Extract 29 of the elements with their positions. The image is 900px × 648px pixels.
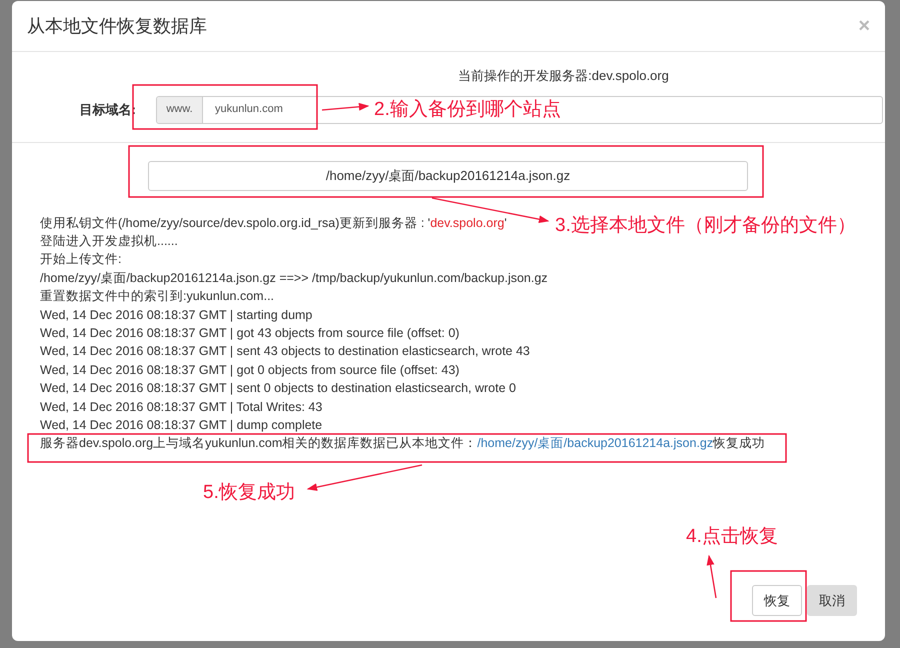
log-text: 使用私钥文件(/home/zyy/source/dev.spolo.org.id_rsa)更新到服务器 : ' xyxy=(40,216,430,230)
log-text: /home/zyy/桌面/backup20161214a.json.gz ==>> /tmp/backup/yukunlun.com/backup.json.gz xyxy=(40,270,548,285)
dialog-button[interactable]: 恢复 xyxy=(752,585,802,616)
log-text: 服务器dev.spolo.org上与域名yukunlun.com相关的数据库数据已从本地文件： xyxy=(40,436,478,450)
annotation-arrow xyxy=(706,554,717,598)
annotation-label: 4.点击恢复 xyxy=(686,525,778,549)
log-text: 恢复成功 xyxy=(713,436,766,450)
log-text: Wed, 14 Dec 2016 08:18:37 GMT | sent 0 objects to destination elasticsearch, wrote 0 xyxy=(40,381,516,396)
log-text: 重置数据文件中的索引到:yukunlun.com... xyxy=(40,289,274,304)
dialog-button[interactable]: 取消 xyxy=(807,585,857,616)
log-text: 登陆进入开发虚拟机...... xyxy=(40,234,178,248)
server-info: 当前操作的开发服务器:dev.spolo.org xyxy=(458,67,669,85)
annotation-label: 3.选择本地文件（刚才备份的文件） xyxy=(555,214,856,238)
domain-prefix: www. xyxy=(157,96,203,122)
log-text: 开始上传文件: xyxy=(40,252,122,266)
dialog-title: 从本地文件恢复数据库 xyxy=(27,14,207,38)
log-text: Wed, 14 Dec 2016 08:18:37 GMT | Total Writes: 43 xyxy=(40,400,322,414)
log-text: Wed, 14 Dec 2016 08:18:37 GMT | sent 43 objects to destination elasticsearch, wrote 43 xyxy=(40,344,530,358)
log-text: Wed, 14 Dec 2016 08:18:37 GMT | dump complete xyxy=(40,418,322,432)
server-name: dev.spolo.org xyxy=(430,216,504,230)
log-text: Wed, 14 Dec 2016 08:18:37 GMT | starting dump xyxy=(40,308,312,322)
file-link[interactable]: /home/zyy/桌面/backup20161214a.json.gz xyxy=(477,436,714,450)
file-button[interactable]: /home/zyy/桌面/backup20161214a.json.gz xyxy=(148,160,748,190)
log-text: Wed, 14 Dec 2016 08:18:37 GMT | got 43 objects from source file (offset: 0) xyxy=(40,326,460,340)
annotation-label: 5.恢复成功 xyxy=(203,481,295,505)
log-text: ' xyxy=(504,216,507,230)
log-text: Wed, 14 Dec 2016 08:18:37 GMT | got 0 objects from source file (offset: 43) xyxy=(40,362,460,377)
annotation-label: 2.输入备份到哪个站点 xyxy=(374,98,561,122)
annotation-arrow xyxy=(322,102,370,111)
